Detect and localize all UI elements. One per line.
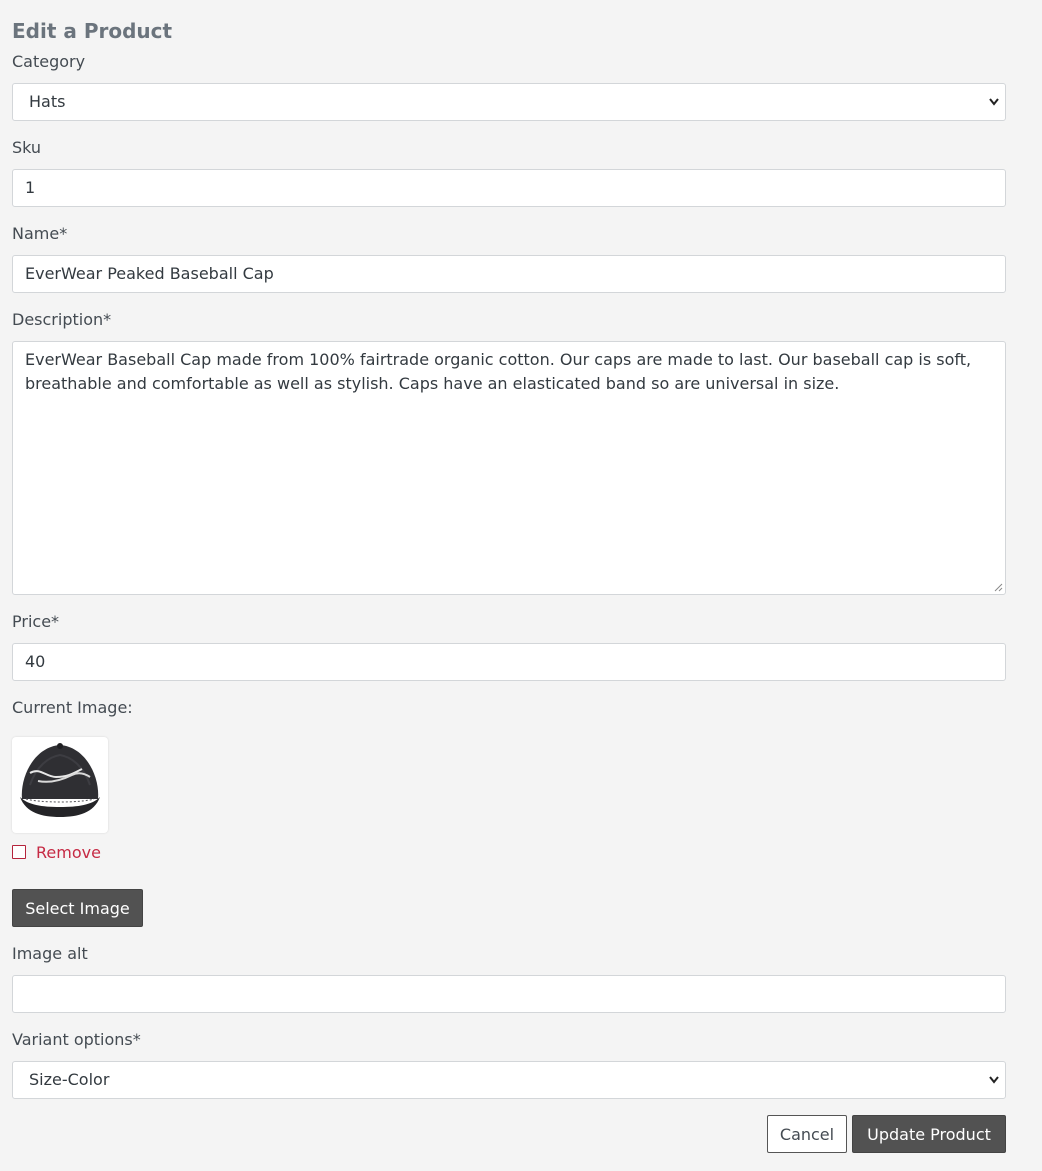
page-title: Edit a Product	[12, 19, 173, 43]
name-input[interactable]: EverWear Peaked Baseball Cap	[12, 255, 1006, 293]
price-input[interactable]: 40	[12, 643, 1006, 681]
name-label: Name*	[12, 224, 68, 243]
variant-options-label: Variant options*	[12, 1030, 141, 1049]
variant-options-select[interactable]: Size-Color	[12, 1061, 1006, 1099]
current-image-label: Current Image:	[12, 698, 133, 717]
sku-label: Sku	[12, 138, 42, 157]
category-value: Hats	[29, 92, 66, 111]
description-text: EverWear Baseball Cap made from 100% fai…	[25, 350, 972, 393]
current-image-thumbnail	[12, 737, 108, 833]
description-label: Description*	[12, 310, 112, 329]
edit-product-page: Edit a Product Category Hats Sku 1 Name*…	[0, 0, 1042, 1171]
select-image-button[interactable]: Select Image	[12, 889, 143, 927]
remove-image-option[interactable]: Remove	[12, 841, 101, 863]
cancel-button[interactable]: Cancel	[767, 1115, 847, 1153]
variant-options-value: Size-Color	[29, 1070, 110, 1089]
chevron-down-icon	[989, 1076, 999, 1084]
image-alt-input[interactable]	[12, 975, 1006, 1013]
chevron-down-icon	[989, 98, 999, 106]
sku-input[interactable]: 1	[12, 169, 1006, 207]
resize-grip-icon[interactable]	[993, 582, 1003, 592]
baseball-cap-image	[20, 743, 100, 817]
price-label: Price*	[12, 612, 60, 631]
remove-label: Remove	[36, 842, 101, 862]
remove-checkbox[interactable]	[12, 845, 26, 859]
update-product-button[interactable]: Update Product	[852, 1115, 1006, 1153]
category-select[interactable]: Hats	[12, 83, 1006, 121]
category-label: Category	[12, 52, 86, 71]
image-alt-label: Image alt	[12, 944, 88, 963]
description-textarea[interactable]: EverWear Baseball Cap made from 100% fai…	[12, 341, 1006, 595]
